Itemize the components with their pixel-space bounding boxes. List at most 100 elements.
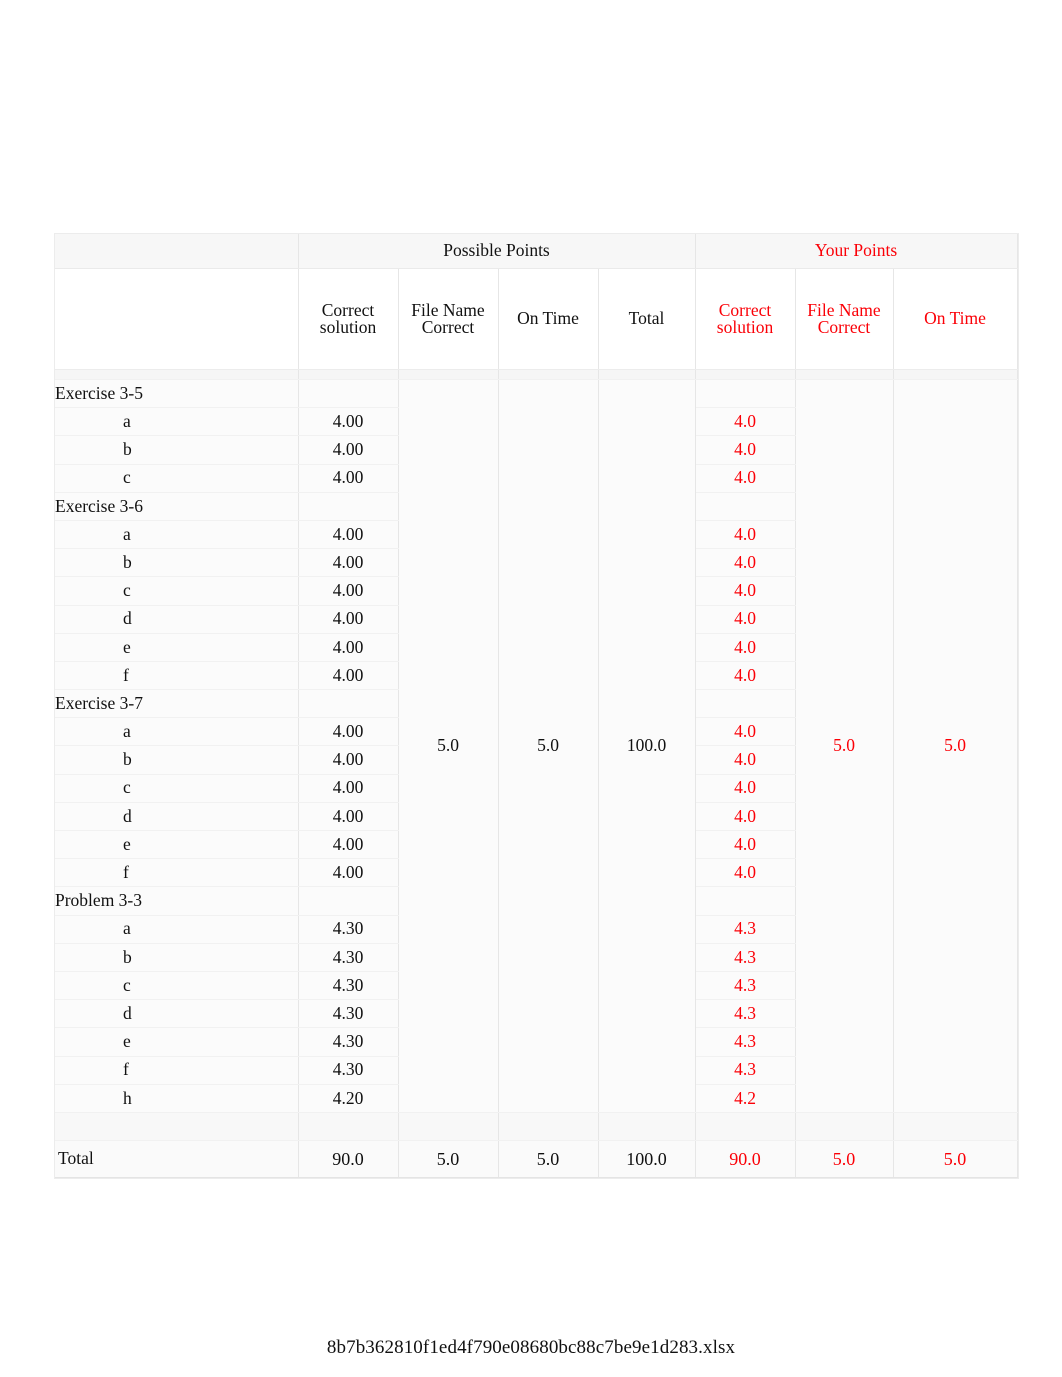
row-possible-correct-solution: 4.00 bbox=[298, 745, 399, 775]
row-possible-correct-solution: 4.00 bbox=[298, 435, 399, 465]
total-possible-on-time: 5.0 bbox=[498, 1140, 599, 1178]
row-your-correct-solution: 4.0 bbox=[695, 576, 796, 606]
row-your-correct-solution: 4.3 bbox=[695, 1027, 796, 1057]
row-item-label: a bbox=[55, 717, 299, 747]
row-item-label: e bbox=[55, 633, 299, 662]
row-group-label: Exercise 3-6 bbox=[55, 492, 299, 521]
header-spacer-cell bbox=[695, 369, 796, 380]
total-your-on-time: 5.0 bbox=[893, 1140, 1018, 1178]
group-header-possible-points: Possible Points bbox=[298, 234, 696, 269]
row-possible-correct-solution bbox=[298, 689, 399, 719]
merged-your-on-time: 5.0 bbox=[893, 379, 1018, 1113]
row-possible-correct-solution: 4.30 bbox=[298, 943, 399, 972]
row-your-correct-solution: 4.3 bbox=[695, 943, 796, 972]
row-item-label: h bbox=[55, 1084, 299, 1113]
row-group-label: Exercise 3-7 bbox=[55, 689, 299, 719]
header-spacer-cell bbox=[298, 369, 399, 380]
grade-table: Possible Points Your Points Correct soluti… bbox=[55, 234, 1018, 1178]
pre-total-blank-cell bbox=[298, 1112, 399, 1141]
column-header-possible-correct-solution: Correct solution bbox=[298, 268, 399, 370]
row-item-label: d bbox=[55, 802, 299, 832]
row-item-label: b bbox=[55, 745, 299, 775]
row-your-correct-solution: 4.0 bbox=[695, 774, 796, 803]
pre-total-blank-cell bbox=[398, 1112, 499, 1141]
row-item-label: f bbox=[55, 1056, 299, 1085]
row-your-correct-solution: 4.0 bbox=[695, 717, 796, 747]
row-your-correct-solution: 4.3 bbox=[695, 971, 796, 1001]
header-spacer-cell bbox=[55, 369, 299, 380]
table-row-group: Exercise 3-5 5.0 5.0 100.0 5.0 5.0 bbox=[55, 379, 1018, 1113]
total-your-correct-solution: 90.0 bbox=[695, 1140, 796, 1178]
row-possible-correct-solution: 4.30 bbox=[298, 915, 399, 944]
pre-total-blank-cell bbox=[55, 1112, 299, 1141]
row-possible-correct-solution: 4.30 bbox=[298, 1027, 399, 1057]
row-item-label: c bbox=[55, 774, 299, 803]
row-group-label: Exercise 3-5 bbox=[55, 379, 299, 409]
row-item-label: a bbox=[55, 915, 299, 944]
group-header-row: Possible Points Your Points bbox=[55, 234, 1018, 269]
header-spacer-cell bbox=[598, 369, 696, 380]
row-possible-correct-solution: 4.00 bbox=[298, 633, 399, 662]
group-header-blank bbox=[55, 234, 299, 269]
column-header-possible-on-time: On Time bbox=[498, 268, 599, 370]
footer-filename: 8b7b362810f1ed4f790e08680bc88c7be9e1d283… bbox=[326, 1337, 736, 1358]
total-possible-file-name-correct: 5.0 bbox=[398, 1140, 499, 1178]
row-your-correct-solution: 4.0 bbox=[695, 661, 796, 691]
column-header-possible-file-name-correct: File Name Correct bbox=[398, 268, 499, 370]
row-possible-correct-solution bbox=[298, 379, 399, 409]
row-your-correct-solution: 4.0 bbox=[695, 520, 796, 550]
header-spacer-cell bbox=[795, 369, 894, 380]
row-item-label: e bbox=[55, 1027, 299, 1057]
row-your-correct-solution: 4.2 bbox=[695, 1084, 796, 1113]
total-row: Total 90.0 5.0 5.0 100.0 90.0 5.0 5.0 bbox=[55, 1140, 1018, 1178]
row-possible-correct-solution: 4.00 bbox=[298, 605, 399, 634]
row-item-label: a bbox=[55, 520, 299, 550]
header-spacer-cell bbox=[893, 369, 1018, 380]
column-header-row: Correct solution File Name Correct On Time… bbox=[55, 268, 1018, 370]
row-your-correct-solution: 4.0 bbox=[695, 407, 796, 437]
row-your-correct-solution bbox=[695, 379, 796, 409]
row-possible-correct-solution: 4.00 bbox=[298, 520, 399, 550]
pre-total-blank-row bbox=[55, 1112, 1018, 1141]
group-header-your-points: Your Points bbox=[695, 234, 1018, 269]
pre-total-blank-cell bbox=[598, 1112, 696, 1141]
merged-possible-file-name-correct: 5.0 bbox=[398, 379, 499, 1113]
row-item-label: f bbox=[55, 661, 299, 691]
row-your-correct-solution: 4.0 bbox=[695, 745, 796, 775]
row-your-correct-solution bbox=[695, 492, 796, 521]
pre-total-blank-cell bbox=[893, 1112, 1018, 1141]
header-spacer-cell bbox=[498, 369, 599, 380]
row-item-label: c bbox=[55, 576, 299, 606]
grade-table-body: Possible Points Your Points Correct soluti… bbox=[55, 234, 1018, 1178]
row-your-correct-solution: 4.0 bbox=[695, 464, 796, 493]
total-possible-total: 100.0 bbox=[598, 1140, 696, 1178]
row-possible-correct-solution: 4.00 bbox=[298, 576, 399, 606]
row-possible-correct-solution: 4.00 bbox=[298, 858, 399, 888]
row-your-correct-solution: 4.0 bbox=[695, 802, 796, 832]
row-item-label: b bbox=[55, 548, 299, 578]
pre-total-blank-cell bbox=[498, 1112, 599, 1141]
row-possible-correct-solution: 4.00 bbox=[298, 464, 399, 493]
total-your-file-name-correct: 5.0 bbox=[795, 1140, 894, 1178]
row-item-label: b bbox=[55, 435, 299, 465]
column-header-blank bbox=[55, 268, 299, 370]
header-spacer-cell bbox=[398, 369, 499, 380]
total-possible-correct-solution: 90.0 bbox=[298, 1140, 399, 1178]
grade-sheet: Possible Points Your Points Correct soluti… bbox=[55, 234, 1018, 1178]
row-possible-correct-solution: 4.20 bbox=[298, 1084, 399, 1113]
row-item-label: f bbox=[55, 858, 299, 888]
header-spacer-row bbox=[55, 369, 1018, 380]
row-possible-correct-solution: 4.00 bbox=[298, 548, 399, 578]
row-item-label: b bbox=[55, 943, 299, 972]
row-your-correct-solution: 4.0 bbox=[695, 858, 796, 888]
row-your-correct-solution bbox=[695, 886, 796, 916]
row-your-correct-solution: 4.3 bbox=[695, 999, 796, 1029]
merged-possible-on-time: 5.0 bbox=[498, 379, 599, 1113]
row-your-correct-solution: 4.0 bbox=[695, 830, 796, 860]
row-your-correct-solution: 4.0 bbox=[695, 605, 796, 634]
column-header-your-on-time: On Time bbox=[893, 268, 1018, 370]
total-label: Total bbox=[55, 1140, 299, 1178]
row-possible-correct-solution: 4.30 bbox=[298, 971, 399, 1001]
row-your-correct-solution: 4.3 bbox=[695, 1056, 796, 1085]
row-your-correct-solution: 4.0 bbox=[695, 548, 796, 578]
